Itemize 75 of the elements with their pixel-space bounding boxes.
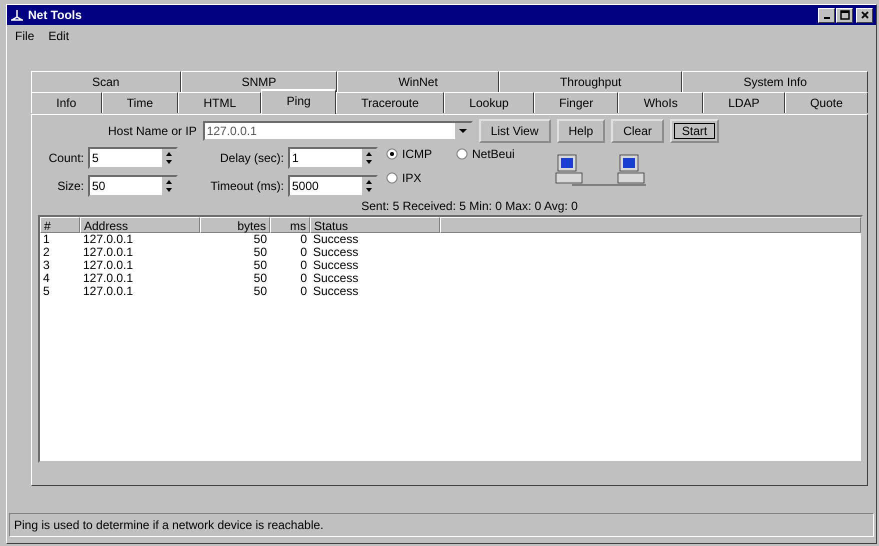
radio-label[interactable]: IPX (402, 171, 422, 185)
table-cell-text: 2 (42, 246, 51, 259)
spinner-field[interactable]: 50 (88, 175, 178, 197)
toolbar-button[interactable]: List View (478, 119, 551, 143)
tab[interactable]: Finger (534, 92, 618, 113)
tab[interactable]: Quote (784, 92, 868, 113)
table-cell-text: Success (312, 246, 360, 259)
tab[interactable]: Traceroute (336, 92, 444, 113)
tab[interactable]: LDAP (702, 92, 785, 113)
radio-label[interactable]: ICMP (402, 147, 432, 161)
table-cell-text: 0 (299, 246, 308, 259)
spinner-field[interactable]: 1 (288, 147, 378, 169)
table-cell-text: 50 (252, 272, 268, 285)
table-cell-text: 127.0.0.1 (82, 272, 134, 285)
tab[interactable]: WinNet (337, 71, 499, 92)
table-cell-text: 5 (42, 285, 51, 298)
toolbar-button[interactable]: Help (556, 119, 606, 143)
close-button[interactable] (856, 8, 873, 22)
radio-label[interactable]: NetBeui (472, 147, 515, 161)
column-header[interactable]: Status (310, 217, 440, 233)
tab[interactable]: Ping (261, 89, 336, 114)
minimize-icon (824, 17, 830, 19)
table-cell-text: 0 (299, 233, 308, 246)
maximize-button[interactable] (836, 8, 853, 22)
radio-button[interactable] (386, 172, 398, 184)
table-cell-text: 50 (252, 285, 268, 298)
tab[interactable]: Lookup (444, 92, 534, 113)
spinner-field[interactable]: 5000 (288, 175, 378, 197)
spinner-label: Timeout (ms): (210, 179, 284, 193)
table-cell-text: 0 (299, 272, 308, 285)
menu-item[interactable]: File (15, 29, 34, 45)
table-cell-text: 0 (299, 259, 308, 272)
column-header[interactable]: Address (80, 217, 200, 233)
minimize-button[interactable] (818, 8, 835, 22)
toolbar-button[interactable]: Clear (611, 119, 664, 143)
spinner-label: Size: (57, 179, 84, 193)
column-header[interactable]: # (40, 217, 80, 233)
table-cell-text: Success (312, 259, 360, 272)
table-cell-text: 50 (254, 233, 268, 246)
table-cell-text: Success (312, 285, 360, 298)
toolbar-button[interactable]: Start (670, 119, 720, 143)
spinner-field[interactable]: 5 (88, 147, 178, 169)
spinner-label: Delay (sec): (220, 151, 284, 165)
ping-summary: Sent: 5 Received: 5 Min: 0 Max: 0 Avg: 0 (360, 199, 579, 213)
table-cell-text: 127.0.0.1 (82, 233, 134, 246)
spinner-label: Count: (48, 151, 84, 165)
host-label: Host Name or IP (108, 124, 197, 138)
column-header[interactable]: ms (270, 217, 310, 233)
host-combobox[interactable]: 127.0.0.1 (202, 121, 473, 141)
table-cell-text: Success (312, 272, 360, 285)
menu-item[interactable]: Edit (48, 29, 70, 45)
maximize-icon (840, 10, 850, 20)
tab[interactable]: WhoIs (618, 92, 703, 113)
table-cell-text: 50 (252, 259, 268, 272)
close-icon (860, 10, 870, 20)
table-cell-text: 3 (42, 259, 51, 272)
tab[interactable]: Scan (31, 71, 181, 92)
tab[interactable]: Throughput (498, 71, 682, 92)
table-cell-text: 127.0.0.1 (82, 259, 134, 272)
table-cell-text: 50 (252, 246, 268, 259)
tab[interactable]: Info (31, 92, 102, 113)
table-cell-text: 4 (42, 272, 51, 285)
table-cell-text: 1 (42, 233, 51, 246)
table-cell-text: 127.0.0.1 (82, 285, 134, 298)
table-cell-text: 127.0.0.1 (82, 246, 134, 259)
radio-button[interactable] (386, 148, 398, 160)
status-text: Ping is used to determine if a network device is reachable. (14, 518, 324, 532)
network-icon (10, 9, 24, 21)
tab[interactable]: Time (102, 92, 178, 113)
tab[interactable]: System Info (682, 71, 868, 92)
window-title: Net Tools (28, 8, 83, 22)
table-cell-text: Success (312, 233, 360, 246)
table-cell-text: 0 (299, 285, 308, 298)
column-header[interactable]: bytes (200, 217, 270, 233)
radio-button[interactable] (456, 148, 468, 160)
